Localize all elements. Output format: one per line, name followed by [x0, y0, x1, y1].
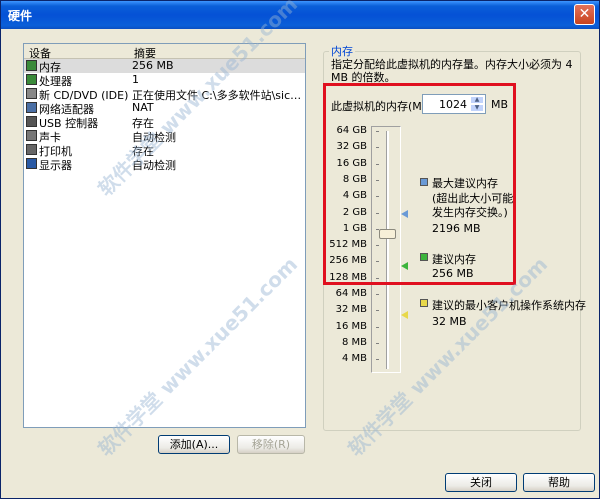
- memory-scale-tick: [376, 294, 379, 295]
- device-name: 显示器: [39, 159, 72, 172]
- memory-scale-label: 16 MB: [335, 320, 367, 332]
- memory-description: 指定分配给此虚拟机的内存量。内存大小必须为 4 MB 的倍数。: [331, 58, 573, 84]
- usb-icon: [26, 116, 37, 127]
- display-icon: [26, 158, 37, 169]
- window-title: 硬件: [8, 9, 33, 23]
- device-summary: 自动检测: [132, 159, 176, 172]
- printer-icon: [26, 144, 37, 155]
- device-row[interactable]: 新 CD/DVD (IDE) 正在使用文件 C:\多多软件站\sicnal...: [24, 87, 305, 102]
- cd-dvd-icon: [26, 88, 37, 99]
- network-adapter-icon: [26, 102, 37, 113]
- memory-icon: [26, 60, 37, 71]
- sound-card-icon: [26, 130, 37, 141]
- memory-scale-label: 32 MB: [335, 304, 367, 316]
- memory-group-title: 内存: [329, 43, 355, 59]
- memory-scale-label: 64 MB: [335, 288, 367, 299]
- device-row[interactable]: 内存 256 MB: [24, 59, 305, 74]
- title-bar[interactable]: 硬件 ✕: [1, 1, 599, 29]
- help-button[interactable]: 帮助: [523, 473, 595, 492]
- device-row[interactable]: 显示器 自动检测: [24, 157, 305, 172]
- memory-scale-tick: [376, 310, 379, 312]
- close-icon: ✕: [578, 6, 591, 22]
- memory-scale-tick: [376, 326, 379, 328]
- highlight-annotation-box: [323, 83, 516, 285]
- memory-scale-tick: [376, 359, 379, 361]
- device-row[interactable]: 处理器 1: [24, 73, 305, 88]
- min-guest-legend-icon: [420, 299, 428, 307]
- memory-scale-label: 4 MB: [341, 353, 367, 365]
- add-device-button[interactable]: 添加(A)...: [158, 435, 230, 454]
- remove-device-button[interactable]: 移除(R): [237, 435, 305, 454]
- min-guest-marker-icon: [401, 311, 408, 319]
- device-summary: NAT: [132, 101, 154, 114]
- processor-icon: [26, 74, 37, 85]
- close-window-button[interactable]: ✕: [574, 4, 595, 25]
- hardware-dialog: 硬件 ✕ 设备 摘要 内存 256 MB 处理器 1 新 CD/DVD (IDE) 正在使…: [0, 0, 600, 499]
- memory-scale-tick: [376, 342, 379, 344]
- memory-scale-label: 8 MB: [341, 336, 367, 348]
- close-button[interactable]: 关闭: [445, 473, 517, 492]
